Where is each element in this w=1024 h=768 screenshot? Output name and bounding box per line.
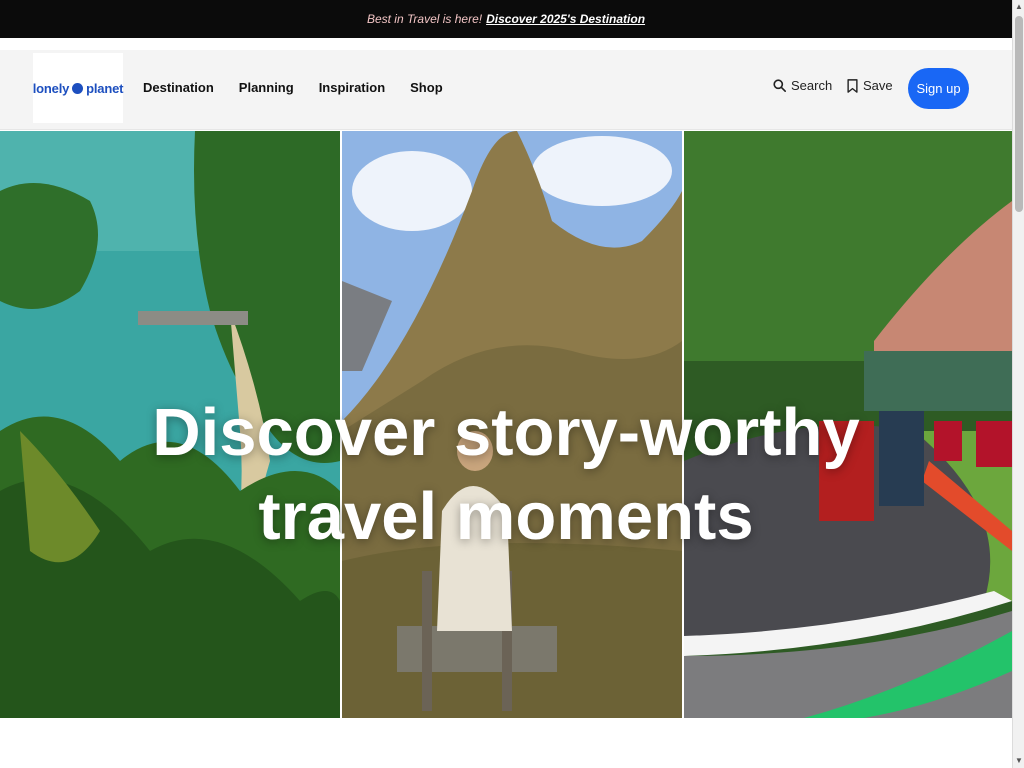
search-icon bbox=[773, 79, 786, 92]
save-button[interactable]: Save bbox=[847, 78, 893, 93]
signup-button[interactable]: Sign up bbox=[908, 68, 969, 109]
hero-banner: Discover story-worthy travel moments bbox=[0, 131, 1012, 718]
search-label: Search bbox=[791, 78, 833, 93]
nav-planning[interactable]: Planning bbox=[239, 80, 294, 95]
scroll-thumb[interactable] bbox=[1015, 16, 1023, 212]
site-header: lonely planet Destination Planning Inspi… bbox=[0, 38, 1012, 130]
logo-text-left: lonely bbox=[32, 80, 70, 96]
logo[interactable]: lonely planet bbox=[33, 53, 123, 123]
hero-title-line-2: travel moments bbox=[258, 479, 754, 554]
search-button[interactable]: Search bbox=[773, 78, 832, 93]
header-top-strip bbox=[0, 38, 1012, 50]
nav-destination[interactable]: Destination bbox=[143, 80, 214, 95]
content-area bbox=[0, 718, 1012, 768]
promo-banner: Best in Travel is here! Discover 2025's … bbox=[0, 0, 1012, 38]
bookmark-icon bbox=[847, 78, 858, 93]
logo-wordmark: lonely planet bbox=[32, 80, 124, 96]
scroll-down-arrow-icon[interactable]: ▼ bbox=[1013, 754, 1024, 768]
hero-title: Discover story-worthy travel moments bbox=[0, 391, 1012, 559]
promo-text: Best in Travel is here! bbox=[366, 12, 483, 26]
nav-shop[interactable]: Shop bbox=[410, 80, 443, 95]
logo-text-right: planet bbox=[86, 80, 124, 96]
vertical-scrollbar[interactable]: ▲ ▼ bbox=[1012, 0, 1024, 768]
nav-inspiration[interactable]: Inspiration bbox=[319, 80, 385, 95]
save-label: Save bbox=[863, 78, 893, 93]
globe-icon bbox=[72, 82, 84, 94]
scroll-up-arrow-icon[interactable]: ▲ bbox=[1013, 0, 1024, 14]
main-nav: Destination Planning Inspiration Shop bbox=[143, 80, 443, 95]
promo-link[interactable]: Discover 2025's Destination bbox=[486, 12, 645, 26]
hero-title-line-1: Discover story-worthy bbox=[152, 395, 860, 470]
